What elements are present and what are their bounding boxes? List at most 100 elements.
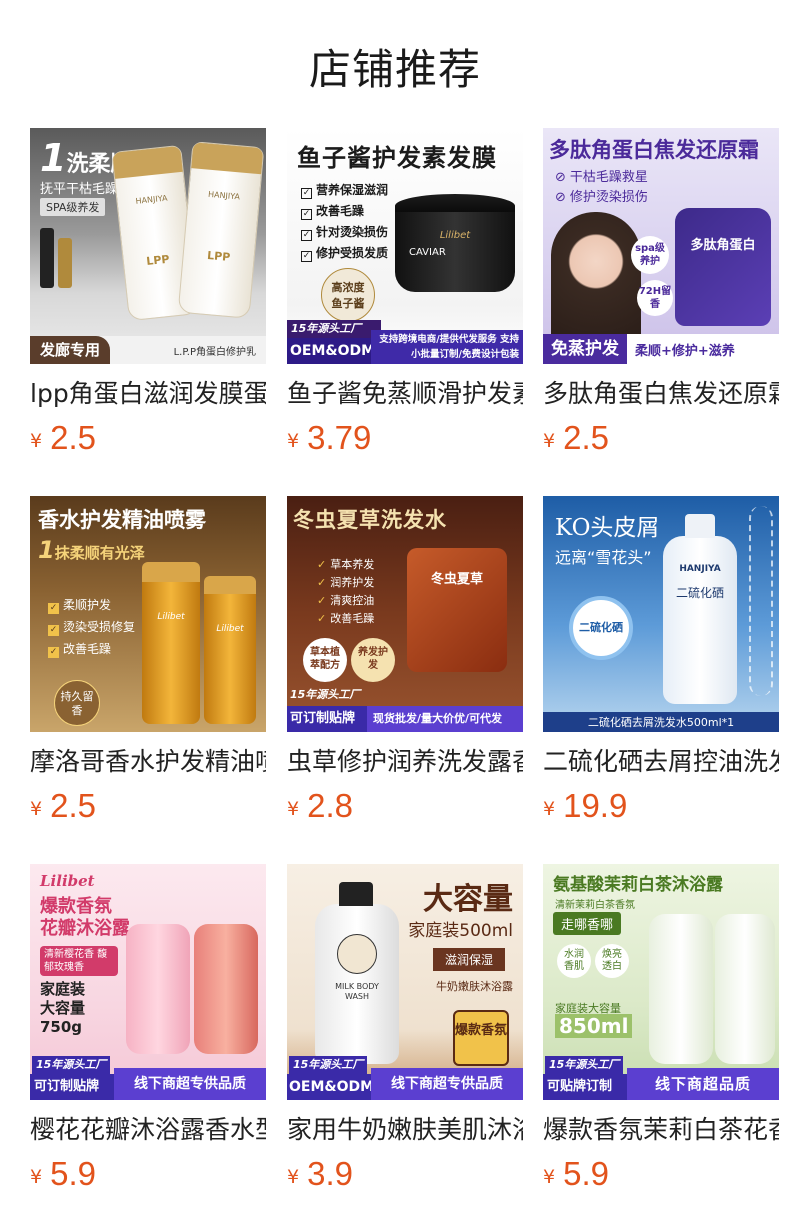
thumb-headline: 多肽角蛋白焦发还原霜 (549, 137, 759, 162)
currency-symbol: ¥ (30, 1166, 43, 1188)
product-name[interactable]: 爆款香氛茉莉白茶花香沐浴露 (543, 1114, 779, 1146)
benefit-circle: 水润香肌 (557, 944, 591, 978)
product-name[interactable]: 多肽角蛋白焦发还原霜修护 (543, 378, 779, 410)
feature-chip: 走哪香哪 (553, 912, 622, 935)
offline-tag: 线下商超品质 (627, 1068, 779, 1100)
currency-symbol: ¥ (287, 798, 300, 820)
feature-item: ✓ 烫染受损修复 (48, 620, 136, 636)
product-card[interactable]: KO头皮屑 远离“雪花头” 二硫化硒 HANJIYA 二硫化硒 二硫化硒去屑洗发… (543, 496, 779, 824)
feature-text: 改善毛躁 (330, 612, 375, 625)
bottle-label: MILK BODY WASH (335, 982, 379, 1001)
product-pouch: HANJIYA LPP (177, 141, 265, 319)
size-label: 家庭装 (40, 980, 86, 998)
price-value: 2.8 (307, 787, 353, 824)
shampoo-bottle: HANJIYA 二硫化硒 (663, 514, 737, 704)
hours-badge: 72H留香 (637, 280, 673, 316)
product-card[interactable]: 香水护发精油喷雾 1抹柔顺有光泽 ✓ 柔顺护发 ✓ 烫染受损修复 ✓ 改善毛躁 Lil… (30, 496, 266, 824)
currency-symbol: ¥ (30, 430, 43, 452)
product-name[interactable]: 二硫化硒去屑控油洗发水 (543, 746, 779, 778)
product-card[interactable]: MILK BODY WASH 大容量 家庭装500ml 滋润保湿 牛奶嫩肤沐浴露… (287, 864, 523, 1192)
product-card[interactable]: 1洗柔顺 抚平干枯毛躁 SPA级养发 HANJIYA LPP HANJIYA L… (30, 128, 266, 456)
service-tag: 现货批发/量大价优/可代发 (367, 706, 523, 732)
care-badge: 养发护发 (351, 638, 395, 682)
product-pouch: 多肽角蛋白 (675, 208, 771, 326)
thumb-headline: 鱼子酱护发素发膜 (297, 143, 497, 172)
feature-item: ✓ 营养保湿滋润 (301, 183, 389, 199)
service-tag: 支持跨境电商/提供代发服务 支持小批量订制/免费设计包装 (371, 330, 523, 364)
currency-symbol: ¥ (287, 1166, 300, 1188)
product-image[interactable]: 氨基酸茉莉白茶沐浴露 清新茉莉白茶香氛 走哪香哪 水润香肌 焕亮透白 家庭装大容… (543, 864, 779, 1100)
thumb-subtitle: 家庭装500ml (408, 921, 513, 941)
product-image[interactable]: 1洗柔顺 抚平干枯毛躁 SPA级养发 HANJIYA LPP HANJIYA L… (30, 128, 266, 364)
product-price: ¥5.9 (30, 1156, 266, 1192)
currency-symbol: ¥ (543, 798, 556, 820)
jar-brand: Lilibet (439, 230, 471, 241)
size-label: 750g (40, 1018, 83, 1036)
thumb-headline: 冬虫夏草洗发水 (293, 507, 447, 532)
factory-tag: 15年源头工厂 (290, 688, 361, 701)
feature-text: 改善毛躁 (63, 642, 112, 656)
price-value: 5.9 (50, 1155, 96, 1192)
product-card[interactable]: 多肽角蛋白焦发还原霜 ⊘ 干枯毛躁救星 ⊘ 修护烫染损伤 spa级养护 72H留香 … (543, 128, 779, 456)
product-name[interactable]: lpp角蛋白滋润发膜蛋白修护乳 (30, 378, 266, 410)
feature-text: 修护烫染损伤 (569, 190, 648, 205)
product-name[interactable]: 鱼子酱免蒸顺滑护发素发膜 (287, 378, 523, 410)
thumb-subtitle: 清新茉莉白茶香氛 (555, 900, 635, 911)
feature-text: 针对烫染损伤 (316, 225, 389, 239)
benefit-circle: 焕亮透白 (595, 944, 629, 978)
spray-bottle: Lilibet (204, 576, 256, 724)
concentration-badge: 高浓度鱼子酱 (321, 268, 375, 322)
size-label: 大容量 (40, 999, 86, 1017)
product-card[interactable]: 氨基酸茉莉白茶沐浴露 清新茉莉白茶香氛 走哪香哪 水润香肌 焕亮透白 家庭装大容… (543, 864, 779, 1192)
feature-text: 草本养发 (330, 558, 375, 571)
bodywash-bottle (715, 914, 775, 1064)
currency-symbol: ¥ (30, 798, 43, 820)
product-image[interactable]: MILK BODY WASH 大容量 家庭装500ml 滋润保湿 牛奶嫩肤沐浴露… (287, 864, 523, 1100)
brand-label: Lilibet (157, 612, 185, 622)
page-title: 店铺推荐 (308, 45, 481, 94)
product-image[interactable]: Lilibet 爆款香氛 花瓣沐浴露 清新樱花香 馥郁玫瑰香 家庭装 大容量 7… (30, 864, 266, 1100)
product-image[interactable]: KO头皮屑 远离“雪花头” 二硫化硒 HANJIYA 二硫化硒 二硫化硒去屑洗发… (543, 496, 779, 732)
thumb-footer: 免蒸护发 柔顺+修护+滋养 (543, 334, 779, 364)
spray-bottle: Lilibet (142, 562, 200, 724)
feature-text: 干枯毛躁救星 (569, 170, 648, 185)
thumb-headline: KO头皮屑 (555, 515, 660, 541)
price-value: 2.5 (50, 787, 96, 824)
feature-text: 修护受损发质 (316, 246, 389, 260)
feature-item: ⊘ 干枯毛躁救星 (555, 170, 648, 185)
product-card[interactable]: Lilibet 爆款香氛 花瓣沐浴露 清新樱花香 馥郁玫瑰香 家庭装 大容量 7… (30, 864, 266, 1192)
feature-text: 柔顺护发 (63, 598, 112, 612)
feature-text: 烫染受损修复 (63, 620, 136, 634)
offline-tag: 线下商超专供品质 (114, 1068, 266, 1100)
product-image[interactable]: 冬虫夏草洗发水 ✓ 草本养发 ✓ 润养护发 ✓ 清爽控油 ✓ 改善毛躁 草本植萃配方 养… (287, 496, 523, 732)
factory-tag: 15年源头工厂 (545, 1056, 624, 1074)
thumb-footer: 发廊专用 L.P.P角蛋白修护乳 (30, 336, 266, 364)
thumb-subtitle: 抹柔顺有光泽 (54, 544, 145, 562)
brand-label: HANJIYA (679, 564, 721, 574)
thumb-subtitle: 远离“雪花头” (555, 548, 652, 567)
product-image[interactable]: 鱼子酱护发素发膜 ✓ 营养保湿滋润 ✓ 改善毛躁 ✓ 针对烫染损伤 ✓ 修护受损发质 L… (287, 128, 523, 364)
product-card[interactable]: 鱼子酱护发素发膜 ✓ 营养保湿滋润 ✓ 改善毛躁 ✓ 针对烫染损伤 ✓ 修护受损发质 L… (287, 128, 523, 456)
headline-number: 1 (38, 536, 55, 564)
product-image[interactable]: 多肽角蛋白焦发还原霜 ⊘ 干枯毛躁救星 ⊘ 修护烫染损伤 spa级养护 72H留香 … (543, 128, 779, 364)
pack-label: 多肽角蛋白 (690, 238, 756, 253)
herbal-badge: 草本植萃配方 (303, 638, 347, 682)
product-image[interactable]: 香水护发精油喷雾 1抹柔顺有光泽 ✓ 柔顺护发 ✓ 烫染受损修复 ✓ 改善毛躁 Lil… (30, 496, 266, 732)
headline-number: 1 (40, 136, 67, 180)
volume-label: 850ml (555, 1014, 633, 1038)
oem-tag: OEM&ODM (287, 1074, 374, 1100)
feature-text: 营养保湿滋润 (316, 183, 389, 197)
feature-item: ✓ 针对烫染损伤 (301, 225, 389, 241)
feature-item: ✓ 润养护发 (317, 576, 375, 589)
thumb-headline: 大容量 (423, 882, 513, 917)
product-price: ¥5.9 (543, 1156, 779, 1192)
product-name[interactable]: 摩洛哥香水护发精油喷雾 (30, 746, 266, 778)
product-pouch: 冬虫夏草 (407, 548, 507, 672)
jar-label: CAVIAR (409, 247, 446, 258)
product-name[interactable]: 虫草修护润养洗发露香氛 (287, 746, 523, 778)
product-name[interactable]: 家用牛奶嫩肤美肌沐浴露 (287, 1114, 523, 1146)
product-card[interactable]: 冬虫夏草洗发水 ✓ 草本养发 ✓ 润养护发 ✓ 清爽控油 ✓ 改善毛躁 草本植萃配方 养… (287, 496, 523, 824)
scent-tag: 清新樱花香 馥郁玫瑰香 (40, 946, 118, 976)
product-name[interactable]: 樱花花瓣沐浴露香水型 (30, 1114, 266, 1146)
bodywash-bottle: MILK BODY WASH (315, 882, 399, 1064)
